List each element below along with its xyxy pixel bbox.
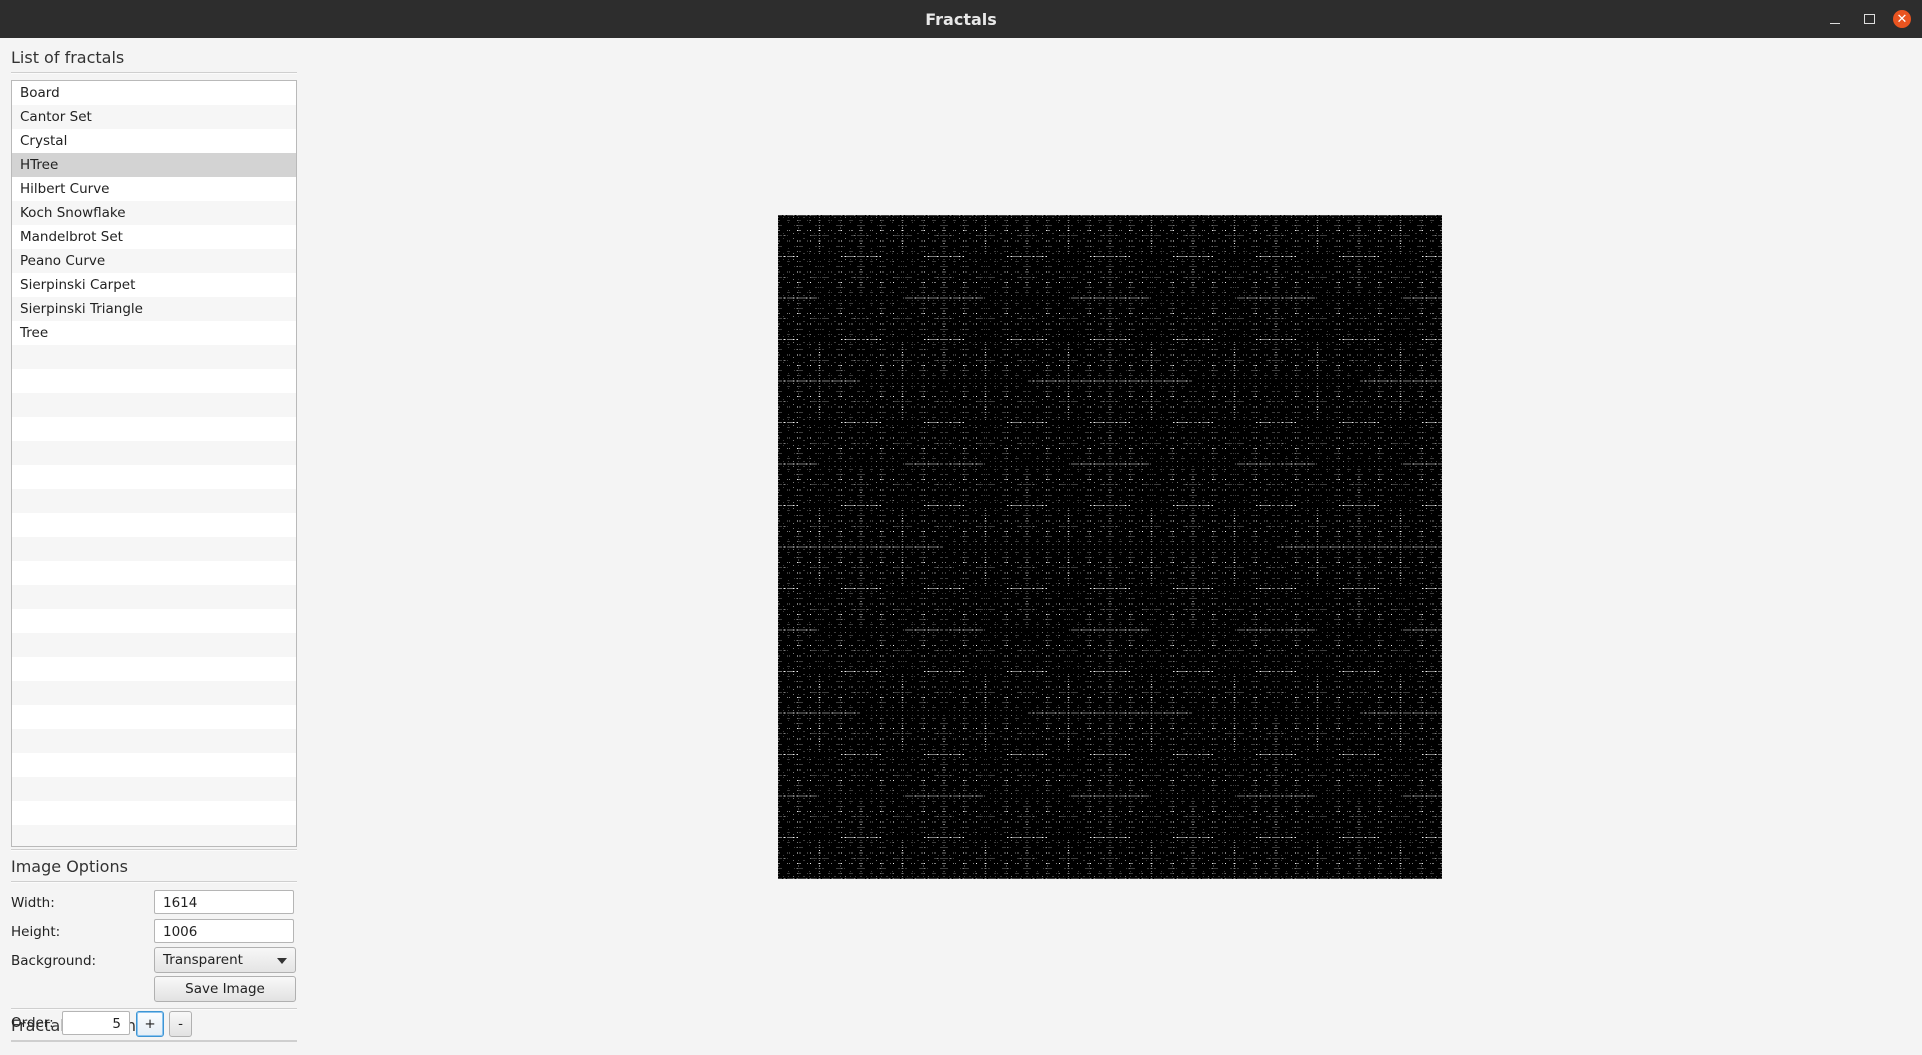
empty-list-row	[12, 585, 296, 609]
empty-list-row	[12, 345, 296, 369]
empty-list-row	[12, 705, 296, 729]
fractal-list-title: List of fractals	[11, 48, 124, 67]
list-item[interactable]: HTree	[12, 153, 296, 177]
list-item[interactable]: Cantor Set	[12, 105, 296, 129]
minimize-icon	[1830, 23, 1840, 24]
width-field[interactable]: 1614	[154, 890, 294, 914]
empty-list-row	[12, 537, 296, 561]
minimize-button[interactable]	[1820, 0, 1850, 38]
chevron-down-icon	[277, 958, 287, 964]
empty-list-row	[12, 801, 296, 825]
list-item[interactable]: Crystal	[12, 129, 296, 153]
empty-list-row	[12, 633, 296, 657]
empty-list-row	[12, 729, 296, 753]
empty-list-row	[12, 417, 296, 441]
window-title: Fractals	[925, 10, 997, 29]
fractal-canvas	[778, 215, 1442, 879]
options-panel: List of fractals Board Cantor Set Crystal H…	[11, 38, 297, 1055]
empty-list-row	[12, 753, 296, 777]
divider	[11, 1008, 297, 1009]
order-label: Order:	[11, 1015, 54, 1031]
divider	[11, 881, 297, 882]
list-item[interactable]: Koch Snowflake	[12, 201, 296, 225]
width-label: Width:	[11, 895, 55, 911]
maximize-icon	[1864, 14, 1875, 24]
empty-list-row	[12, 681, 296, 705]
empty-list-row	[12, 489, 296, 513]
empty-list-row	[12, 393, 296, 417]
image-options-title: Image Options	[11, 857, 128, 876]
maximize-button[interactable]	[1854, 0, 1884, 38]
order-increment-button[interactable]: +	[136, 1011, 164, 1037]
background-label: Background:	[11, 953, 96, 969]
background-select-value: Transparent	[163, 952, 243, 968]
list-item[interactable]: Hilbert Curve	[12, 177, 296, 201]
divider	[11, 72, 297, 73]
htree-path	[778, 215, 1441, 878]
empty-list-row	[12, 609, 296, 633]
empty-list-row	[12, 465, 296, 489]
close-button[interactable]: ✕	[1887, 0, 1917, 38]
order-decrement-button[interactable]: -	[169, 1011, 192, 1037]
list-item[interactable]: Tree	[12, 321, 296, 345]
height-label: Height:	[11, 924, 60, 940]
save-image-button[interactable]: Save Image	[154, 976, 296, 1002]
order-field[interactable]: 5	[62, 1011, 130, 1035]
empty-list-row	[12, 777, 296, 801]
empty-list-row	[12, 441, 296, 465]
list-item[interactable]: Mandelbrot Set	[12, 225, 296, 249]
divider	[11, 1041, 297, 1042]
empty-list-row	[12, 561, 296, 585]
list-item[interactable]: Sierpinski Triangle	[12, 297, 296, 321]
window-titlebar: Fractals ✕	[0, 0, 1922, 38]
list-item[interactable]: Peano Curve	[12, 249, 296, 273]
empty-list-row	[12, 657, 296, 681]
close-icon: ✕	[1893, 10, 1911, 28]
list-item[interactable]: Board	[12, 81, 296, 105]
divider	[11, 849, 297, 850]
background-select[interactable]: Transparent	[154, 947, 296, 973]
height-field[interactable]: 1006	[154, 919, 294, 943]
empty-list-row	[12, 513, 296, 537]
empty-list-row	[12, 369, 296, 393]
list-item[interactable]: Sierpinski Carpet	[12, 273, 296, 297]
fractal-listview[interactable]: Board Cantor Set Crystal HTree Hilbert Curve…	[11, 80, 297, 847]
empty-list-row	[12, 825, 296, 847]
